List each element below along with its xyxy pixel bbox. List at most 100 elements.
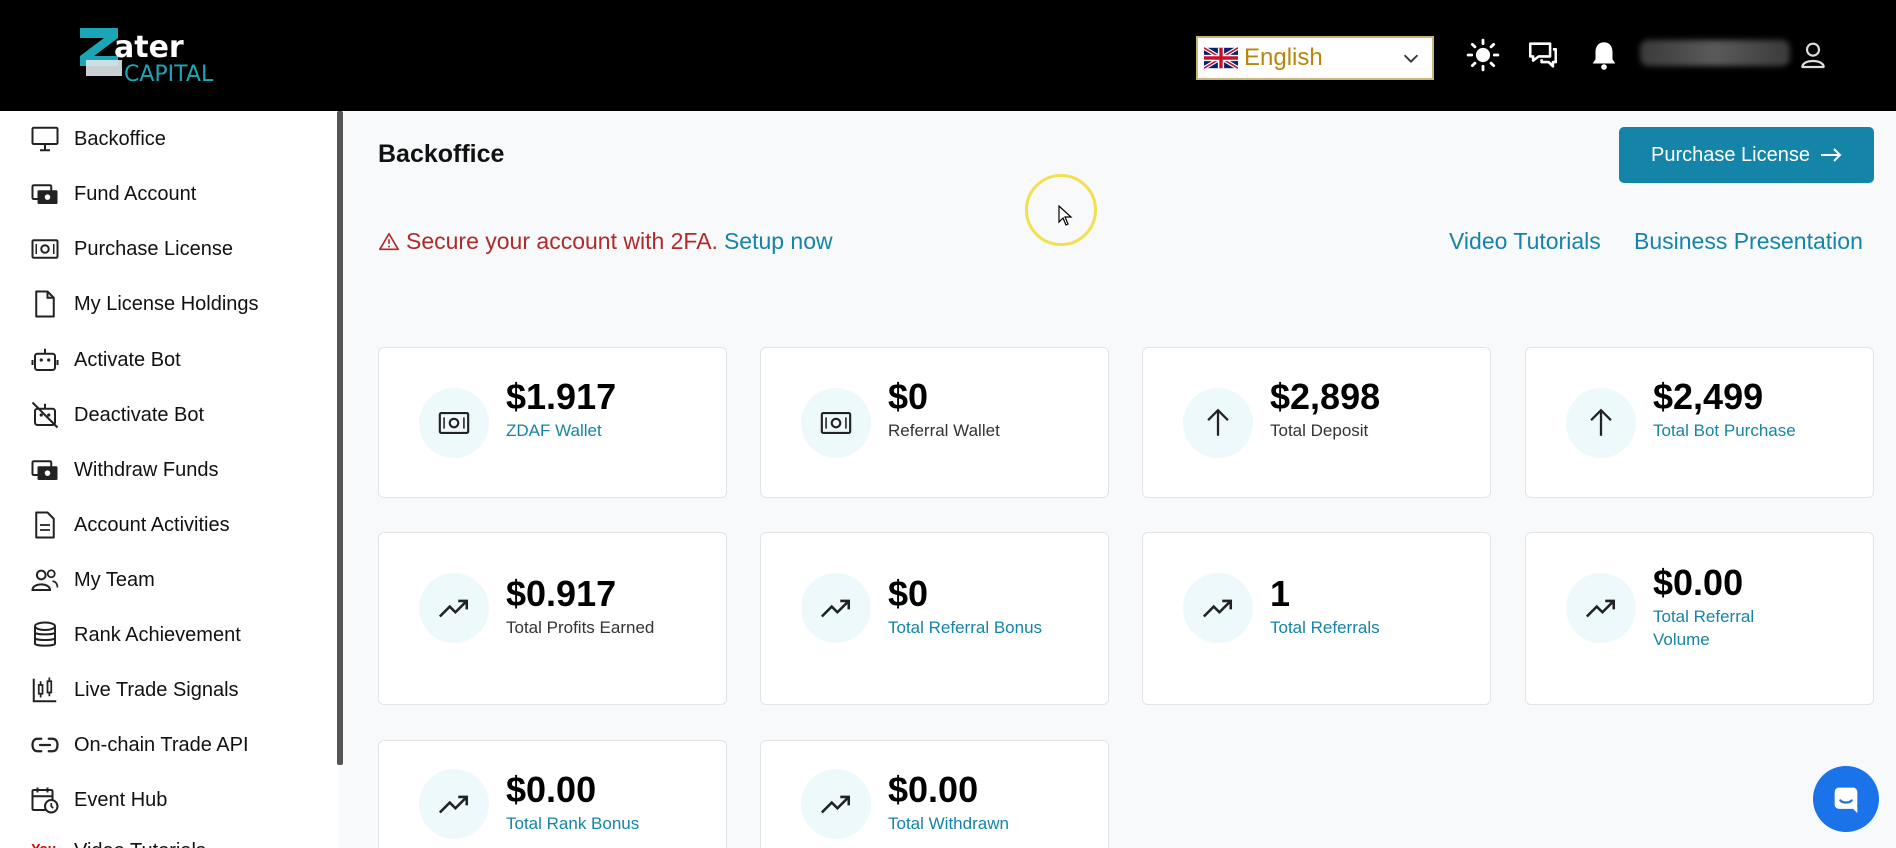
document-icon xyxy=(35,511,55,539)
sidebar-item-label: Event Hub xyxy=(74,788,168,811)
card-total-withdrawn: $0.00 Total Withdrawn xyxy=(760,740,1109,848)
chat-icon[interactable] xyxy=(1526,38,1560,72)
sidebar: Backoffice Fund Account Purchase License… xyxy=(0,111,339,848)
trending-up-icon xyxy=(1183,573,1253,643)
card-referral-wallet: $0 Referral Wallet xyxy=(760,347,1109,498)
sidebar-item-live-trade-signals[interactable]: Live Trade Signals xyxy=(30,672,239,708)
sidebar-item-purchase-license[interactable]: Purchase License xyxy=(30,231,233,267)
sun-icon[interactable] xyxy=(1466,38,1500,72)
sidebar-item-fund-account[interactable]: Fund Account xyxy=(30,176,196,212)
wallet-icon xyxy=(31,184,58,204)
purchase-license-button[interactable]: Purchase License xyxy=(1619,127,1874,183)
card-label: Total Referral Bonus xyxy=(888,618,1043,637)
card-total-bot-purchase: $2,499 Total Bot Purchase xyxy=(1525,347,1874,498)
sidebar-item-label: Withdraw Funds xyxy=(74,458,219,481)
sidebar-item-my-team[interactable]: My Team xyxy=(30,562,155,598)
sidebar-scrollbar[interactable] xyxy=(337,111,343,765)
card-value: $2,898 xyxy=(1270,376,1381,417)
card-total-profits-earned: $0.917 Total Profits Earned xyxy=(378,532,727,705)
sidebar-item-deactivate-bot[interactable]: Deactivate Bot xyxy=(30,397,204,433)
card-value: $0 xyxy=(888,376,929,417)
cash-icon xyxy=(419,388,489,458)
sidebar-item-label: Video Tutorials xyxy=(74,840,206,848)
user-icon[interactable] xyxy=(1797,38,1829,72)
card-zdaf-wallet: $1.917 ZDAF Wallet xyxy=(378,347,727,498)
trending-up-icon xyxy=(801,573,871,643)
sidebar-item-account-activities[interactable]: Account Activities xyxy=(30,507,230,543)
card-label: Total Bot Purchase xyxy=(1653,421,1796,440)
card-value: $0 xyxy=(888,573,929,614)
card-value: $0.917 xyxy=(506,573,617,614)
language-label: English xyxy=(1244,44,1323,71)
business-presentation-link[interactable]: Business Presentation xyxy=(1634,228,1863,255)
bell-icon[interactable] xyxy=(1587,38,1621,72)
sidebar-item-label: Fund Account xyxy=(74,182,197,205)
card-value: 1 xyxy=(1270,573,1291,614)
file-icon xyxy=(35,290,55,318)
link-icon xyxy=(31,737,59,753)
robot-icon xyxy=(31,348,59,371)
language-select[interactable]: English xyxy=(1196,36,1434,80)
card-total-rank-bonus: $0.00 Total Rank Bonus xyxy=(378,740,727,848)
sidebar-item-event-hub[interactable]: Event Hub xyxy=(30,782,167,818)
sidebar-item-video-tutorials[interactable]: You Video Tutorials xyxy=(30,833,206,848)
card-value: $0.00 xyxy=(506,769,597,810)
page-title: Backoffice xyxy=(378,140,505,168)
setup-now-link[interactable]: Setup now xyxy=(724,228,833,255)
arrow-up-icon xyxy=(1566,388,1636,458)
users-icon xyxy=(31,569,59,591)
sidebar-item-backoffice[interactable]: Backoffice xyxy=(30,121,166,157)
card-total-deposit: $2,898 Total Deposit xyxy=(1142,347,1491,498)
card-label: Total Referrals xyxy=(1270,618,1380,637)
sidebar-item-on-chain-trade-api[interactable]: On-chain Trade API xyxy=(30,727,249,763)
sidebar-item-label: On-chain Trade API xyxy=(74,733,249,756)
sidebar-item-label: Account Activities xyxy=(74,513,230,536)
username-blurred[interactable] xyxy=(1640,40,1790,66)
card-value: $0.00 xyxy=(1653,562,1744,603)
card-label: Total Withdrawn xyxy=(888,814,1009,833)
chat-support-icon xyxy=(1834,787,1858,814)
purchase-license-label: Purchase License xyxy=(1651,143,1810,166)
mouse-cursor-icon xyxy=(1058,205,1073,226)
card-value: $0.00 xyxy=(888,769,979,810)
robot-off-icon xyxy=(31,401,59,429)
card-total-referral-volume: $0.00 Total Referral Volume xyxy=(1525,532,1874,705)
top-bar: ater CAPITAL English xyxy=(0,0,1896,111)
candles-icon xyxy=(32,677,57,703)
card-label: ZDAF Wallet xyxy=(506,421,602,440)
svg-text:You: You xyxy=(31,842,56,848)
sidebar-item-withdraw-funds[interactable]: Withdraw Funds xyxy=(30,452,219,488)
card-value: $1.917 xyxy=(506,376,617,417)
video-tutorials-link[interactable]: Video Tutorials xyxy=(1449,228,1601,255)
card-label: Referral Wallet xyxy=(888,421,1000,440)
card-label: Total Profits Earned xyxy=(506,618,655,637)
arrow-up-icon xyxy=(1183,388,1253,458)
trending-up-icon xyxy=(801,769,871,839)
sidebar-item-my-license-holdings[interactable]: My License Holdings xyxy=(30,286,259,322)
logo[interactable]: ater CAPITAL xyxy=(78,26,238,87)
sidebar-item-activate-bot[interactable]: Activate Bot xyxy=(30,342,181,378)
logo-text: ater xyxy=(114,30,184,65)
alert-text: Secure your account with 2FA. xyxy=(406,228,718,254)
trending-up-icon xyxy=(419,769,489,839)
card-label: Total Rank Bonus xyxy=(506,814,640,833)
wallet-icon xyxy=(31,460,58,480)
2fa-alert: Secure your account with 2FA. Setup now xyxy=(378,228,833,255)
cash-icon xyxy=(801,388,871,458)
uk-flag-icon xyxy=(1204,46,1238,70)
calendar-clock-icon xyxy=(31,787,59,814)
card-label: Total Deposit xyxy=(1270,421,1369,440)
card-label: Total Referral Volume xyxy=(1653,607,1755,649)
card-total-referrals: 1 Total Referrals xyxy=(1142,532,1491,705)
support-chat-button[interactable] xyxy=(1813,766,1879,832)
trending-up-icon xyxy=(1566,573,1636,643)
sidebar-item-label: Live Trade Signals xyxy=(74,678,239,701)
monitor-icon xyxy=(31,126,59,152)
cash-icon xyxy=(31,239,59,259)
youtube-icon: You xyxy=(31,842,56,848)
logo-subtext: CAPITAL xyxy=(124,62,214,87)
sidebar-item-label: Rank Achievement xyxy=(74,623,241,646)
database-icon xyxy=(34,621,56,647)
sidebar-item-rank-achievement[interactable]: Rank Achievement xyxy=(30,617,241,653)
card-total-referral-bonus: $0 Total Referral Bonus xyxy=(760,532,1109,705)
